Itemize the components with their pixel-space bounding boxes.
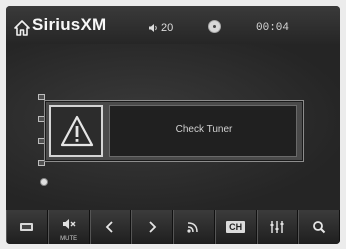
mute-button[interactable]: MUTE xyxy=(47,210,90,244)
message-panel: Check Tuner xyxy=(109,105,297,157)
alert-icon-box xyxy=(49,105,103,157)
volume-level: 20 xyxy=(161,22,174,34)
equalizer-icon xyxy=(270,221,284,233)
equalizer-button[interactable] xyxy=(256,210,299,244)
disc-icon xyxy=(208,20,221,33)
volume-icon xyxy=(149,24,157,32)
signal-button[interactable] xyxy=(173,210,215,244)
volume-indicator: 20 xyxy=(148,22,173,34)
search-button[interactable] xyxy=(298,210,340,244)
source-icon xyxy=(19,223,33,231)
position-dot xyxy=(40,178,48,186)
status-header: SiriusXM 20 00:04 xyxy=(6,6,340,44)
prev-icon xyxy=(106,221,114,233)
bottom-toolbar: MUTE CH xyxy=(6,210,340,244)
previous-button[interactable] xyxy=(89,210,132,244)
search-icon xyxy=(313,221,326,234)
mute-icon xyxy=(62,219,76,229)
next-icon xyxy=(149,221,157,233)
channel-icon: CH xyxy=(226,221,246,233)
source-button[interactable] xyxy=(6,210,48,244)
next-button[interactable] xyxy=(131,210,173,244)
main-content: Check Tuner xyxy=(6,44,340,210)
warning-icon xyxy=(60,115,94,147)
home-icon[interactable] xyxy=(14,20,30,36)
signal-icon xyxy=(187,222,198,233)
channel-button[interactable]: CH xyxy=(214,210,257,244)
app-title: SiriusXM xyxy=(32,15,107,34)
head-unit-screen: SiriusXM 20 00:04 Check Tuner MUTE CH xyxy=(6,6,340,244)
alert-message: Check Tuner xyxy=(175,124,233,135)
photo-frame: SiriusXM 20 00:04 Check Tuner MUTE CH xyxy=(0,0,346,249)
mute-label: MUTE xyxy=(60,236,78,242)
alert-dialog: Check Tuner xyxy=(44,100,304,162)
clock: 00:04 xyxy=(256,22,290,34)
